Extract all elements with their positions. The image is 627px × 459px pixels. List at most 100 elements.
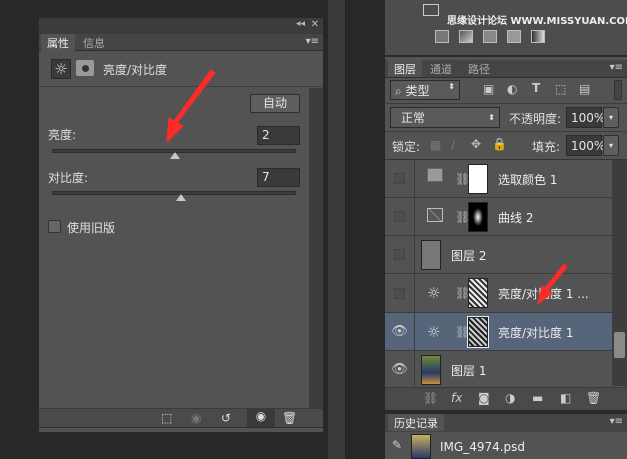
- tab-channels[interactable]: 通道: [424, 60, 458, 77]
- tab-properties[interactable]: 属性: [41, 34, 75, 51]
- layer-row[interactable]: 图层 2: [385, 236, 612, 274]
- clip-to-layer-icon[interactable]: ⬚: [161, 411, 172, 425]
- layers-panel: 思缘设计论坛 WWW.MISSYUAN.COM 图层 通道 路径 ▾≡ ⌕ 类型…: [385, 0, 627, 459]
- selective-color-icon[interactable]: [507, 30, 521, 43]
- layers-list: ⛓ 选取颜色 1 ⛓ 曲线 2 图层 2 ☼ ⛓ 亮度/对比度 1 ... 👁 …: [385, 160, 627, 386]
- view-previous-icon[interactable]: ◉: [191, 411, 201, 425]
- lock-label: 锁定:: [392, 140, 421, 154]
- layer-row[interactable]: ⛓ 选取颜色 1: [385, 160, 612, 198]
- delete-layer-icon[interactable]: 🗑: [586, 391, 601, 405]
- visibility-icon[interactable]: ◉: [247, 409, 275, 427]
- contrast-label: 对比度:: [48, 171, 89, 185]
- filter-toggle[interactable]: [614, 80, 622, 100]
- close-button[interactable]: ✕: [311, 19, 319, 30]
- fx-icon[interactable]: fx: [451, 391, 462, 405]
- contrast-slider-thumb[interactable]: [176, 194, 186, 201]
- lock-move-icon[interactable]: ✥: [471, 137, 481, 151]
- layers-menu-icon[interactable]: ▾≡: [610, 62, 623, 73]
- layer-thumbnail: [421, 355, 441, 385]
- contrast-input[interactable]: 7: [257, 168, 300, 187]
- lock-transparency-icon[interactable]: ▦: [430, 138, 441, 152]
- lock-paint-icon[interactable]: ∕: [451, 138, 455, 152]
- layer-mask-thumbnail: [468, 278, 488, 308]
- visibility-toggle[interactable]: 👁: [385, 313, 415, 350]
- link-layers-icon[interactable]: ⛓: [423, 391, 438, 405]
- layers-tabs: 图层 通道 路径 ▾≡: [385, 60, 627, 78]
- watermark: 思缘设计论坛 WWW.MISSYUAN.COM: [447, 16, 627, 27]
- lock-all-icon[interactable]: 🔒: [492, 137, 507, 151]
- history-brush-icon: ✎: [392, 438, 403, 452]
- visibility-toggle[interactable]: 👁: [385, 351, 415, 386]
- selective-color-icon: [427, 168, 443, 182]
- visibility-toggle[interactable]: [385, 236, 415, 273]
- brightness-icon[interactable]: ☼: [51, 59, 71, 79]
- filter-adjustment-icon[interactable]: ◐: [507, 82, 517, 96]
- filter-smart-object-icon[interactable]: ▤: [579, 82, 590, 96]
- layer-row[interactable]: ☼ ⛓ 亮度/对比度 1 ...: [385, 274, 612, 313]
- brightness-slider-thumb[interactable]: [170, 152, 180, 159]
- opacity-label: 不透明度:: [509, 112, 562, 126]
- layers-scrollbar[interactable]: [612, 160, 627, 386]
- auto-button[interactable]: 自动: [250, 94, 300, 113]
- filter-shape-icon[interactable]: ⬚: [555, 82, 566, 96]
- layer-mask-thumbnail: [468, 164, 488, 194]
- reset-icon[interactable]: ↺: [221, 411, 231, 425]
- history-menu-icon[interactable]: ▾≡: [610, 416, 623, 427]
- layer-row[interactable]: ⛓ 曲线 2: [385, 198, 612, 236]
- visibility-toggle[interactable]: [385, 160, 415, 197]
- levels-icon[interactable]: [423, 4, 439, 16]
- delete-icon[interactable]: 🗑: [282, 411, 297, 425]
- opacity-input[interactable]: 100%: [566, 107, 605, 128]
- brightness-icon: ☼: [427, 284, 441, 302]
- history-item[interactable]: ✎ IMG_4974.psd: [385, 432, 612, 459]
- gradient-map-icon[interactable]: [531, 30, 545, 43]
- legacy-checkbox[interactable]: [48, 220, 61, 233]
- invert-icon[interactable]: [435, 30, 449, 43]
- tab-history[interactable]: 历史记录: [388, 414, 444, 431]
- filter-pixel-icon[interactable]: ▣: [483, 82, 494, 96]
- tab-layers[interactable]: 图层: [388, 60, 422, 77]
- annotation-arrow: [537, 263, 568, 306]
- fill-label: 填充:: [532, 140, 561, 154]
- add-mask-icon[interactable]: ◙: [478, 391, 490, 405]
- mask-icon[interactable]: [76, 60, 94, 76]
- properties-footer: ⬚ ◉ ↺ ◉ 🗑: [39, 408, 323, 428]
- search-icon: ⌕: [395, 84, 406, 98]
- layer-name: 选取颜色 1: [498, 173, 558, 187]
- fill-input[interactable]: 100%: [566, 135, 605, 156]
- visibility-toggle[interactable]: [385, 198, 415, 235]
- blend-mode-select[interactable]: 正常 ⬍: [390, 107, 500, 128]
- layer-mask-thumbnail: [468, 202, 488, 232]
- legacy-label: 使用旧版: [67, 221, 116, 235]
- new-layer-icon[interactable]: ◧: [560, 391, 571, 405]
- layer-name: 亮度/对比度 1: [498, 326, 574, 340]
- new-adjustment-icon[interactable]: ◑: [505, 391, 515, 405]
- layer-row[interactable]: 👁 图层 1: [385, 351, 612, 386]
- opacity-dropdown[interactable]: ▾: [603, 107, 619, 128]
- tab-info[interactable]: 信息: [77, 34, 111, 51]
- tab-paths[interactable]: 路径: [462, 60, 496, 77]
- history-item-name: IMG_4974.psd: [440, 440, 526, 454]
- fill-dropdown[interactable]: ▾: [603, 135, 619, 156]
- properties-panel: ◂◂ ✕ 属性 信息 ▾≡ ☼ 亮度/对比度 自动 亮度: 2 对比度: 7 使…: [38, 17, 324, 433]
- posterize-icon[interactable]: [459, 30, 473, 43]
- threshold-icon[interactable]: [483, 30, 497, 43]
- collapse-button[interactable]: ◂◂: [296, 19, 305, 29]
- contrast-slider[interactable]: [52, 191, 296, 195]
- snapshot-thumbnail: [411, 434, 431, 459]
- visibility-toggle[interactable]: [385, 274, 415, 312]
- curves-icon: [427, 208, 443, 222]
- layer-thumbnail: [421, 240, 441, 270]
- panel-dock-divider: [328, 0, 346, 459]
- brightness-input[interactable]: 2: [257, 126, 300, 145]
- panel-menu-icon[interactable]: ▾≡: [306, 36, 319, 47]
- filter-type-icon[interactable]: T: [532, 81, 540, 95]
- layer-name: 图层 2: [451, 249, 487, 263]
- scrollbar-thumb[interactable]: [614, 332, 625, 358]
- new-group-icon[interactable]: ▬: [532, 391, 543, 405]
- brightness-label: 亮度:: [48, 128, 77, 142]
- layer-row-selected[interactable]: 👁 ☼ ⛓ 亮度/对比度 1: [385, 313, 612, 351]
- properties-scrollbar[interactable]: [309, 88, 323, 408]
- adjustments-panel: 思缘设计论坛 WWW.MISSYUAN.COM: [385, 0, 627, 57]
- filter-type-select[interactable]: ⌕ 类型 ⬍: [390, 80, 460, 100]
